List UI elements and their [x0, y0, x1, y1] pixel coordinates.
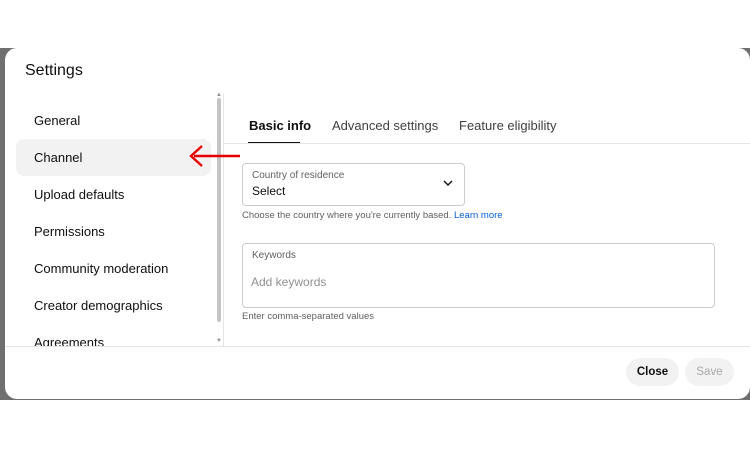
sidebar-item-community-moderation[interactable]: Community moderation	[16, 250, 211, 287]
sidebar-scrollbar[interactable]	[217, 98, 221, 322]
close-button[interactable]: Close	[626, 358, 679, 386]
annotation-arrow-icon	[189, 145, 240, 167]
country-helper-text: Choose the country where you're currentl…	[242, 210, 452, 221]
tab-feature-eligibility[interactable]: Feature eligibility	[459, 118, 557, 142]
sidebar-item-agreements[interactable]: Agreements	[16, 324, 211, 346]
keywords-label: Keywords	[252, 250, 296, 261]
country-value: Select	[252, 184, 286, 198]
sidebar-item-permissions[interactable]: Permissions	[16, 213, 211, 250]
country-label: Country of residence	[252, 170, 345, 181]
keywords-field[interactable]: Keywords	[242, 243, 715, 308]
chevron-down-icon	[443, 180, 453, 186]
learn-more-link[interactable]: Learn more	[454, 210, 503, 221]
sidebar-item-channel[interactable]: Channel	[16, 139, 211, 176]
sidebar-divider	[223, 94, 224, 346]
settings-dialog: Settings General Channel Upload defaults…	[5, 48, 750, 399]
tab-advanced-settings[interactable]: Advanced settings	[332, 118, 438, 142]
scroll-down-icon[interactable]: ▼	[215, 338, 223, 344]
keywords-input[interactable]	[251, 274, 691, 290]
sidebar-item-upload-defaults[interactable]: Upload defaults	[16, 176, 211, 213]
tabs-divider	[224, 143, 750, 144]
country-helper: Choose the country where you're currentl…	[242, 210, 503, 221]
country-select[interactable]: Country of residence Select	[242, 163, 465, 206]
dialog-title: Settings	[25, 62, 83, 79]
settings-sidebar: General Channel Upload defaults Permissi…	[5, 94, 223, 346]
footer-divider	[5, 346, 750, 347]
save-button[interactable]: Save	[685, 358, 734, 386]
sidebar-item-general[interactable]: General	[16, 102, 211, 139]
keywords-helper: Enter comma-separated values	[242, 311, 375, 322]
sidebar-item-creator-demographics[interactable]: Creator demographics	[16, 287, 211, 324]
tab-basic-info[interactable]: Basic info	[249, 118, 311, 142]
